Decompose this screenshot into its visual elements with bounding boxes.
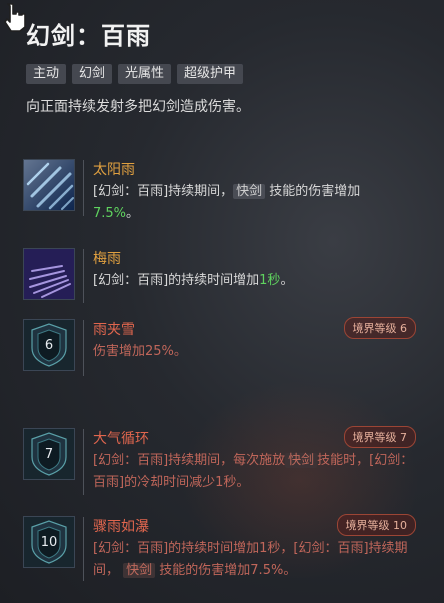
tag-super-armor: 超级护甲: [177, 64, 244, 84]
upgrade-name: 骤雨如瀑: [93, 519, 149, 535]
realm-level-badge: 境界等级 7: [343, 426, 416, 448]
realm-level-badge: 境界等级 6: [343, 317, 416, 339]
upgrade-torrential-rain: 10 骤雨如瀑 境界等级 10 [幻剑：百雨]的持续时间增加1秒，[幻剑：百雨]…: [24, 514, 420, 581]
level-shield-icon: 7: [24, 429, 74, 479]
upgrade-text: [幻剑：百雨]的持续时间增加1秒，[幻剑：百雨]持续期间， 快剑 技能的伤害增加…: [93, 541, 408, 578]
upgrade-text: 伤害增加25%。: [93, 344, 187, 359]
skill-title: 幻剑：百雨: [26, 22, 151, 50]
upgrade-atmospheric-cycle: 7 大气循环 境界等级 7 [幻剑：百雨]持续期间，每次施放 快剑 技能时，[幻剑：…: [24, 426, 420, 495]
sun-rain-icon: [24, 160, 74, 210]
skill-description: 向正面持续发射多把幻剑造成伤害。: [26, 99, 250, 115]
plum-rain-icon: [24, 249, 74, 299]
level-number: 7: [44, 446, 54, 462]
upgrade-text: [幻剑：百雨]持续期间， 快剑 技能的伤害增加 7.5%。: [93, 184, 361, 221]
level-number: 6: [44, 337, 54, 353]
tag-active: 主动: [26, 64, 67, 84]
upgrade-sleet: 6 雨夹雪 境界等级 6 伤害增加25%。: [24, 317, 420, 376]
upgrade-name: 大气循环: [93, 431, 149, 447]
upgrade-name: 太阳雨: [93, 162, 135, 178]
level-shield-icon: 6: [24, 320, 74, 370]
keyword-quick-sword: 快剑: [123, 563, 156, 578]
upgrade-text: [幻剑：百雨]持续期间，每次施放 快剑 技能时，[幻剑：百雨]的冷却时间减少1秒。: [93, 453, 414, 490]
tag-light-element: 光属性: [118, 64, 172, 84]
upgrade-name: 梅雨: [93, 251, 121, 267]
divider-line: [83, 429, 84, 495]
divider-line: [83, 320, 84, 376]
keyword-quick-sword: 快剑: [285, 453, 318, 468]
upgrade-name: 雨夹雪: [93, 322, 135, 338]
level-shield-icon: 10: [24, 517, 74, 567]
level-number: 10: [40, 534, 58, 550]
divider-line: [83, 160, 84, 216]
divider-line: [83, 517, 84, 581]
keyword-quick-sword: 快剑: [233, 184, 266, 199]
divider-line: [83, 249, 84, 303]
upgrade-plum-rain: 梅雨 [幻剑：百雨]的持续时间增加1秒。: [24, 249, 420, 303]
realm-level-badge: 境界等级 10: [336, 514, 416, 536]
upgrade-text: [幻剑：百雨]的持续时间增加1秒。: [93, 273, 294, 288]
upgrade-sun-rain: 太阳雨 [幻剑：百雨]持续期间， 快剑 技能的伤害增加 7.5%。: [24, 160, 420, 221]
skill-tags: 主动 幻剑 光属性 超级护甲: [26, 64, 244, 84]
tag-phantom-sword: 幻剑: [72, 64, 113, 84]
